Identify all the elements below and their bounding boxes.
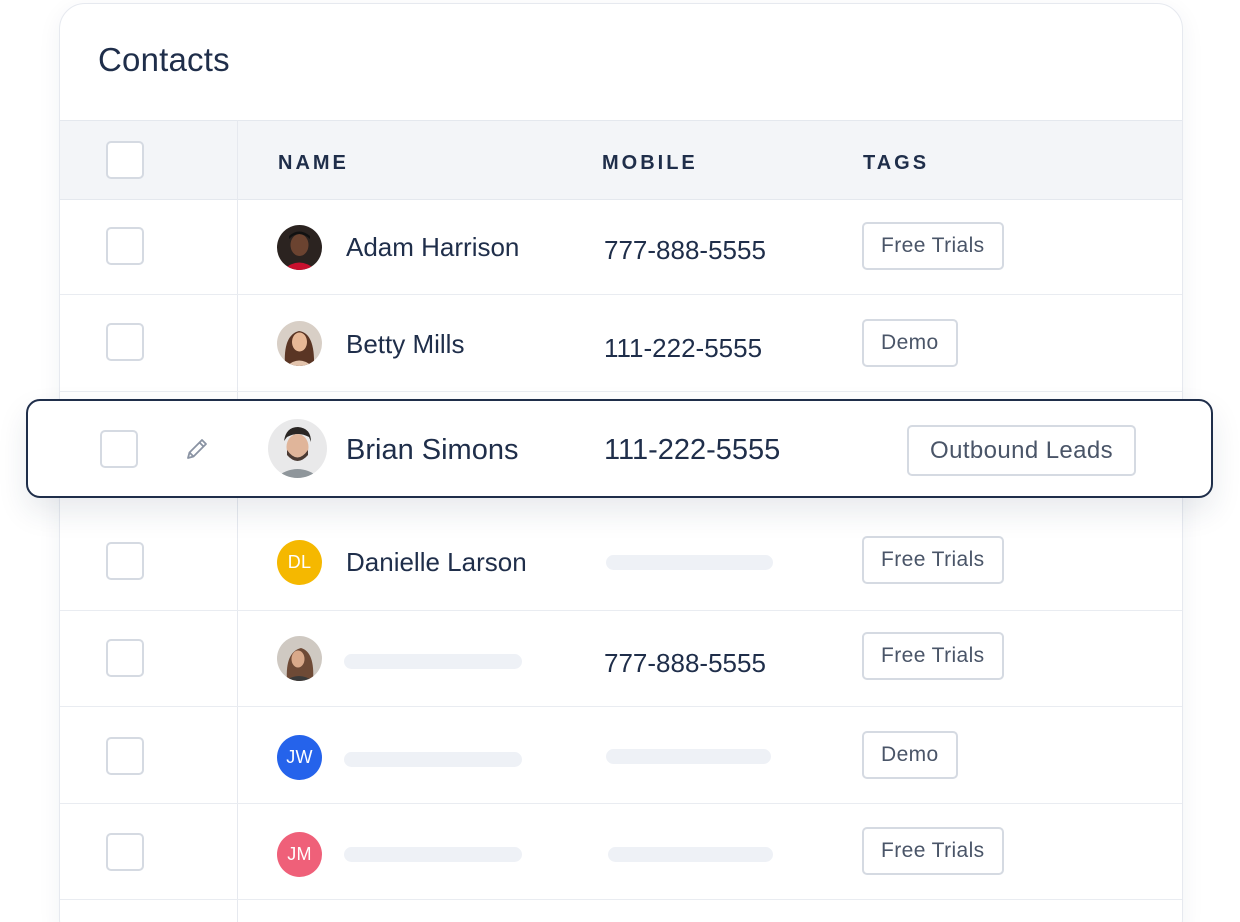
avatar (268, 419, 327, 478)
contact-mobile: 777-888-5555 (604, 648, 766, 678)
table-row[interactable]: JW Demo (60, 707, 1182, 804)
tag-badge[interactable]: Free Trials (862, 827, 1004, 875)
column-header-mobile[interactable]: MOBILE (602, 152, 698, 175)
highlighted-row[interactable]: Brian Simons 111-222-5555 Outbound Leads (26, 399, 1213, 498)
table-row[interactable]: Betty Mills 111-222-5555 Demo (60, 295, 1182, 392)
avatar (277, 225, 322, 270)
row-checkbox[interactable] (106, 227, 144, 265)
select-all-checkbox[interactable] (106, 141, 144, 179)
contact-name[interactable]: Betty Mills (346, 329, 464, 360)
row-checkbox[interactable] (106, 737, 144, 775)
avatar (277, 321, 322, 366)
tag-badge[interactable]: Free Trials (862, 222, 1004, 270)
mobile-placeholder (606, 749, 771, 764)
mobile-placeholder (606, 555, 773, 570)
table-row[interactable]: Adam Harrison 777-888-5555 Free Trials (60, 198, 1182, 295)
column-header-tags[interactable]: TAGS (863, 152, 929, 175)
avatar: DL (277, 540, 322, 585)
contact-name[interactable]: Danielle Larson (346, 547, 527, 578)
contact-name[interactable]: Adam Harrison (346, 232, 519, 263)
table-row[interactable]: 777-888-5555 Free Trials (60, 610, 1182, 707)
row-checkbox[interactable] (100, 430, 138, 468)
contact-name[interactable]: Brian Simons (346, 434, 518, 467)
tag-badge[interactable]: Free Trials (862, 536, 1004, 584)
avatar: JM (277, 832, 322, 877)
table-row[interactable]: JM Free Trials (60, 803, 1182, 900)
table-header: NAME MOBILE TAGS (60, 120, 1182, 200)
table-row[interactable]: DL Danielle Larson Free Trials (60, 514, 1182, 611)
row-checkbox[interactable] (106, 323, 144, 361)
contact-mobile: 111-222-5555 (604, 434, 781, 466)
tag-badge[interactable]: Demo (862, 319, 958, 367)
tag-badge[interactable]: Demo (862, 731, 958, 779)
tag-badge[interactable]: Free Trials (862, 632, 1004, 680)
tag-badge[interactable]: Outbound Leads (907, 425, 1137, 476)
row-checkbox[interactable] (106, 833, 144, 871)
contact-mobile: 111-222-5555 (604, 333, 763, 363)
mobile-placeholder (608, 847, 773, 862)
name-placeholder (344, 752, 522, 767)
name-placeholder (344, 847, 522, 862)
name-placeholder (344, 654, 522, 669)
row-checkbox[interactable] (106, 639, 144, 677)
column-header-name[interactable]: NAME (278, 152, 349, 175)
contacts-widget: Contacts NAME MOBILE TAGS Adam Harrison … (0, 0, 1240, 922)
avatar: JW (277, 735, 322, 780)
page-title: Contacts (98, 41, 230, 78)
pencil-icon[interactable] (183, 435, 211, 463)
contact-mobile: 777-888-5555 (604, 235, 766, 265)
avatar (277, 636, 322, 681)
row-checkbox[interactable] (106, 542, 144, 580)
